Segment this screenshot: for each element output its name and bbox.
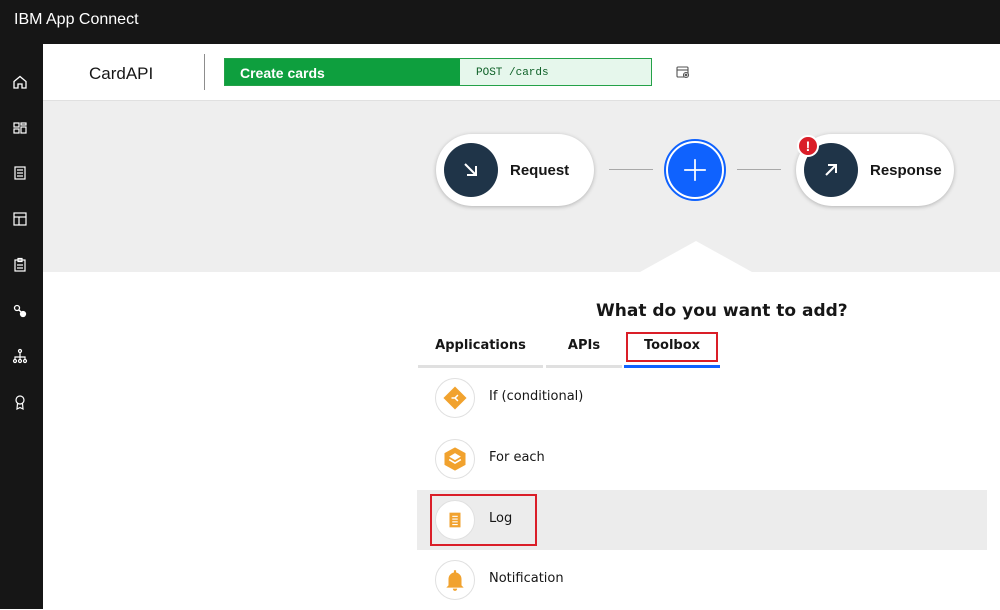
log-highlight — [430, 494, 537, 546]
connector-left — [609, 169, 653, 170]
flow-tree-icon[interactable] — [11, 347, 29, 365]
templates-icon[interactable] — [11, 210, 29, 228]
connector-right — [737, 169, 781, 170]
api-header: CardAPI Create cards POST /cards — [43, 44, 1000, 101]
api-name: CardAPI — [89, 64, 154, 83]
bell-icon — [435, 560, 475, 600]
home-icon[interactable] — [11, 73, 29, 91]
panel-pointer — [640, 241, 752, 272]
plus-icon — [668, 143, 722, 197]
branch-icon — [435, 378, 475, 418]
request-node[interactable]: Request — [436, 134, 594, 206]
document-settings-icon[interactable] — [675, 64, 691, 80]
top-bar: IBM App Connect — [0, 0, 1000, 44]
response-node[interactable]: Response — [796, 134, 954, 206]
tab-applications[interactable]: Applications — [418, 332, 543, 368]
connections-icon[interactable] — [11, 302, 29, 320]
operation-selector[interactable]: Create cards POST /cards — [224, 58, 652, 86]
response-label: Response — [870, 161, 942, 179]
dashboard-icon[interactable] — [11, 119, 29, 137]
toolbox-highlight — [626, 332, 718, 362]
stack-icon — [435, 439, 475, 479]
item-label: Notification — [489, 571, 564, 586]
clipboard-icon[interactable] — [11, 256, 29, 274]
item-label: For each — [489, 450, 545, 465]
list-item-notification[interactable]: Notification — [417, 550, 987, 610]
badge-icon[interactable] — [11, 393, 29, 411]
panel-title: What do you want to add? — [596, 301, 848, 321]
catalog-icon[interactable] — [11, 164, 29, 182]
left-nav — [0, 44, 43, 609]
operation-method-path: POST /cards — [460, 59, 651, 85]
list-item-for-each[interactable]: For each — [417, 429, 987, 489]
item-label: If (conditional) — [489, 389, 584, 404]
header-divider — [204, 54, 205, 90]
request-arrow-icon — [444, 143, 498, 197]
list-item-if-conditional[interactable]: If (conditional) — [417, 368, 987, 428]
request-label: Request — [510, 161, 570, 179]
error-badge-icon[interactable]: ! — [797, 135, 819, 157]
flow-canvas: Request Response ! — [43, 101, 1000, 272]
tab-apis[interactable]: APIs — [546, 332, 622, 368]
operation-name: Create cards — [225, 59, 460, 85]
add-node-button[interactable] — [664, 139, 726, 201]
app-title[interactable]: IBM App Connect — [14, 11, 139, 29]
